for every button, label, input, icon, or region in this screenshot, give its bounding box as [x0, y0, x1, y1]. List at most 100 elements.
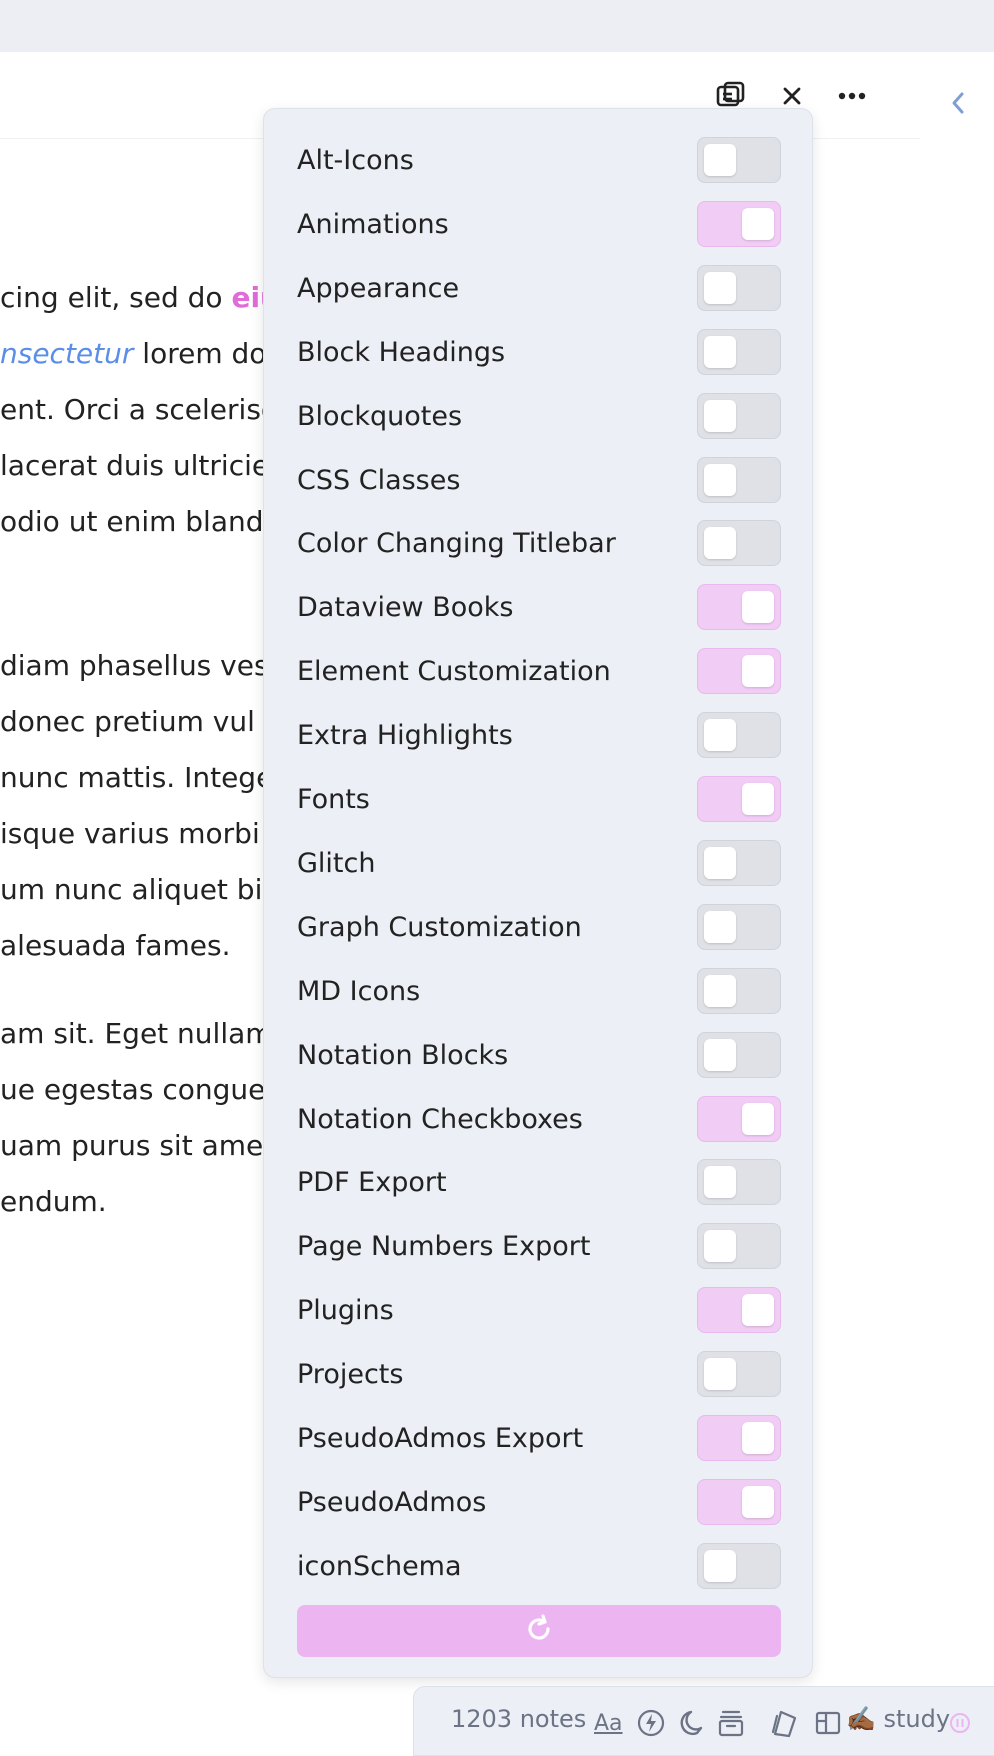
toggle-knob [742, 655, 774, 687]
snippet-toggle[interactable] [697, 1287, 781, 1333]
notes-count: 1203 notes [451, 1705, 587, 1733]
snippet-row: PseudoAdmos Export [297, 1415, 781, 1461]
snippet-toggle[interactable] [697, 265, 781, 311]
toggle-knob [704, 527, 736, 559]
snippet-row: Plugins [297, 1287, 781, 1333]
snippet-label: Page Numbers Export [297, 1230, 591, 1262]
snippet-row: CSS Classes [297, 457, 781, 503]
toggle-knob [742, 591, 774, 623]
snippet-toggle[interactable] [697, 584, 781, 630]
toggle-knob [742, 1294, 774, 1326]
more-options-icon[interactable] [836, 80, 868, 112]
snippet-toggle[interactable] [697, 1479, 781, 1525]
snippet-label: Appearance [297, 272, 460, 304]
snippet-label: Plugins [297, 1294, 394, 1326]
snippet-toggle[interactable] [697, 201, 781, 247]
snippet-row: Page Numbers Export [297, 1223, 781, 1269]
note-text-segment: isque varius morbi e [0, 817, 286, 850]
snippet-toggle[interactable] [697, 904, 781, 950]
snippet-label: Color Changing Titlebar [297, 527, 616, 559]
vault-name[interactable]: ✍🏾 study [846, 1705, 950, 1733]
snippet-toggle[interactable] [697, 1096, 781, 1142]
snippet-toggle[interactable] [697, 648, 781, 694]
cards-icon[interactable] [769, 1707, 799, 1739]
snippet-label: Dataview Books [297, 591, 514, 623]
snippet-toggle[interactable] [697, 968, 781, 1014]
note-line: ue egestas congue [0, 1062, 265, 1118]
note-line: lacerat duis ultricie [0, 438, 269, 494]
note-text-segment: odio ut enim bland [0, 505, 264, 538]
snippet-toggle[interactable] [697, 520, 781, 566]
toggle-knob [704, 719, 736, 751]
moon-icon[interactable] [677, 1707, 707, 1739]
snippet-label: Blockquotes [297, 400, 463, 432]
note-line: isque varius morbi e [0, 806, 286, 862]
layout-icon[interactable] [814, 1707, 842, 1739]
snippet-row: Alt-Icons [297, 137, 781, 183]
toggle-knob [704, 1230, 736, 1262]
title-bar [0, 0, 994, 52]
snippet-toggle[interactable] [697, 1223, 781, 1269]
snippet-row: Color Changing Titlebar [297, 520, 781, 566]
snippet-label: Notation Checkboxes [297, 1103, 583, 1135]
snippet-label: Animations [297, 208, 449, 240]
toggle-knob [704, 144, 736, 176]
note-line: nsectetur lorem don [0, 326, 284, 382]
toggle-knob [704, 336, 736, 368]
toggle-knob [742, 1103, 774, 1135]
note-text-segment: endum. [0, 1185, 107, 1218]
lightning-icon[interactable] [636, 1707, 666, 1739]
snippet-row: MD Icons [297, 968, 781, 1014]
snippet-toggle[interactable] [697, 1415, 781, 1461]
note-text-segment: uam purus sit amet [0, 1129, 275, 1162]
snippet-label: PseudoAdmos [297, 1486, 487, 1518]
snippet-toggle[interactable] [697, 776, 781, 822]
note-text-segment: lorem don [133, 337, 285, 370]
snippet-label: MD Icons [297, 975, 421, 1007]
note-line: odio ut enim bland [0, 494, 264, 550]
snippet-toggle[interactable] [697, 712, 781, 758]
toggle-knob [704, 1550, 736, 1582]
snippet-toggle[interactable] [697, 393, 781, 439]
snippet-row: Glitch [297, 840, 781, 886]
font-size-icon[interactable]: Aa [594, 1707, 623, 1739]
snippet-toggle[interactable] [697, 329, 781, 375]
snippet-toggle[interactable] [697, 457, 781, 503]
snippet-row: Block Headings [297, 329, 781, 375]
snippet-label: iconSchema [297, 1550, 462, 1582]
snippet-label: Element Customization [297, 655, 611, 687]
snippet-toggle[interactable] [697, 1032, 781, 1078]
snippet-toggle[interactable] [697, 137, 781, 183]
note-text-segment: lacerat duis ultricie [0, 449, 270, 482]
snippet-toggle[interactable] [697, 1543, 781, 1589]
snippet-label: Fonts [297, 783, 370, 815]
note-line: ent. Orci a scelerisq [0, 382, 279, 438]
reload-snippets-button[interactable] [297, 1605, 781, 1657]
toggle-knob [704, 1166, 736, 1198]
toggle-knob [704, 464, 736, 496]
note-text-segment: nunc mattis. Intege [0, 761, 274, 794]
pause-icon[interactable] [948, 1707, 972, 1739]
css-snippets-popover: Alt-Icons Animations Appearance Block Headi… [263, 108, 813, 1678]
snippet-toggle[interactable] [697, 1351, 781, 1397]
note-line: diam phasellus vest [0, 638, 280, 694]
italic-link[interactable]: nsectetur [0, 337, 133, 370]
archive-icon[interactable] [717, 1707, 745, 1739]
note-line: nunc mattis. Intege [0, 750, 273, 806]
snippet-toggle[interactable] [697, 840, 781, 886]
snippet-toggle[interactable] [697, 1159, 781, 1205]
snippet-row: Graph Customization [297, 904, 781, 950]
snippet-label: Block Headings [297, 336, 506, 368]
toggle-knob [704, 272, 736, 304]
snippet-label: Projects [297, 1358, 404, 1390]
snippet-label: PDF Export [297, 1166, 447, 1198]
toggle-knob [704, 847, 736, 879]
note-text-segment: ent. Orci a scelerisq [0, 393, 279, 426]
font-label: Aa [594, 1710, 623, 1736]
snippet-row: Extra Highlights [297, 712, 781, 758]
chevron-left-icon[interactable] [946, 88, 970, 118]
snippet-row: Notation Checkboxes [297, 1096, 781, 1142]
snippet-row: Blockquotes [297, 393, 781, 439]
note-text-segment: am sit. Eget nullam [0, 1017, 273, 1050]
note-line: uam purus sit amet [0, 1118, 274, 1174]
